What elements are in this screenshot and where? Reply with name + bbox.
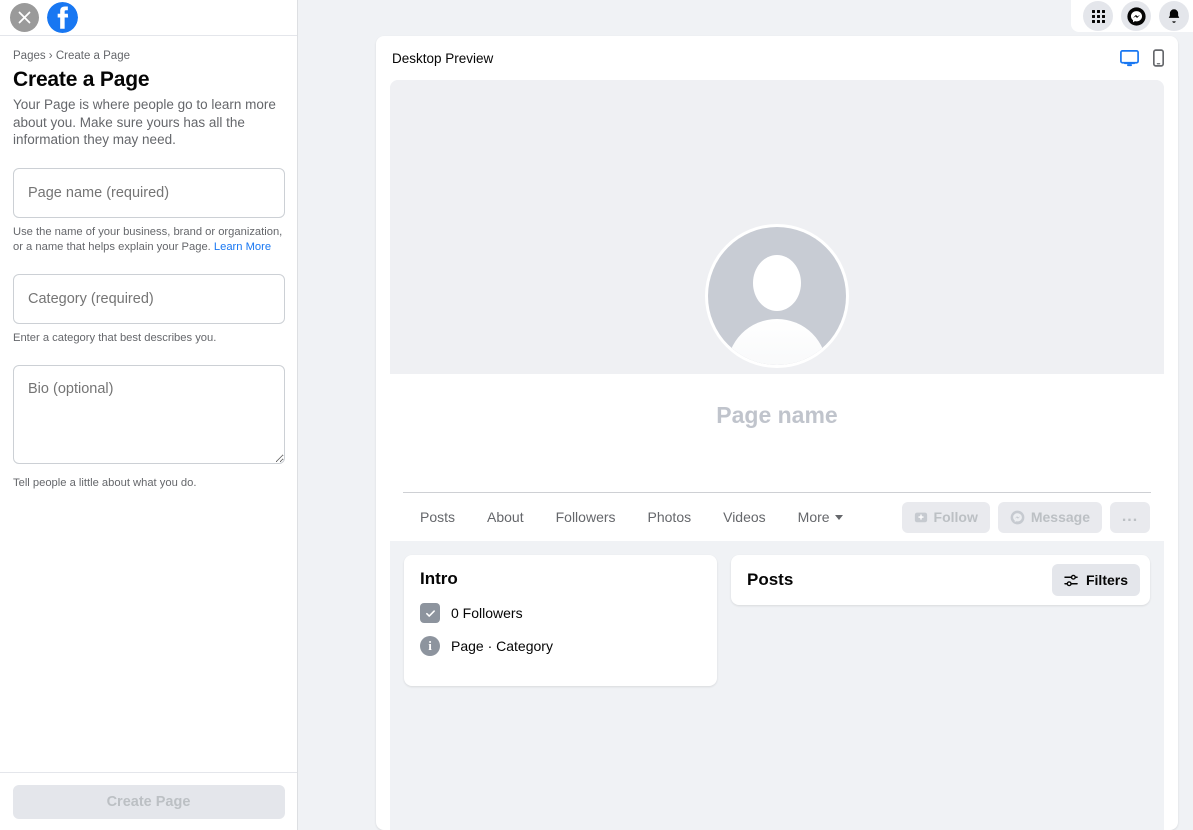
intro-card: Intro 0 Followers i Page · Category <box>404 555 717 686</box>
filters-button[interactable]: Filters <box>1051 564 1140 596</box>
avatar-body-shape <box>727 319 827 365</box>
page-body-columns: Intro 0 Followers i Page · Category Post… <box>390 541 1164 686</box>
chevron-down-icon <box>834 514 843 520</box>
tab-followers[interactable]: Followers <box>540 493 632 541</box>
intro-followers-label: 0 Followers <box>451 605 523 621</box>
check-glyph <box>425 609 435 617</box>
bio-input[interactable] <box>13 364 285 464</box>
avatar-head-shape <box>753 255 801 311</box>
tab-about[interactable]: About <box>471 493 540 541</box>
facebook-logo[interactable] <box>47 2 78 33</box>
avatar[interactable] <box>705 224 849 368</box>
more-options-button[interactable]: ... <box>1110 501 1150 533</box>
preview-header: Desktop Preview <box>376 36 1178 80</box>
bell-glyph <box>1168 9 1180 23</box>
messenger-glyph <box>1126 6 1146 26</box>
bio-helper: Tell people a little about what you do. <box>13 476 197 489</box>
tab-more[interactable]: More <box>782 493 859 541</box>
messenger-icon[interactable] <box>1121 1 1151 31</box>
message-button[interactable]: Message <box>997 501 1102 533</box>
create-a-page-screen: Pages › Create a Page Create a Page Your… <box>0 0 1193 830</box>
page-name-input[interactable] <box>13 167 285 218</box>
breadcrumb[interactable]: Pages › Create a Page <box>13 48 284 64</box>
grid-menu-glyph <box>1091 9 1105 23</box>
page-description: Your Page is where people go to learn mo… <box>13 97 276 147</box>
global-topbar-icons <box>1071 0 1193 32</box>
messenger-icon <box>1010 510 1025 524</box>
tabs-section: Posts About Followers Photos Videos More <box>390 492 1164 541</box>
tab-posts[interactable]: Posts <box>404 493 471 541</box>
close-icon[interactable] <box>10 3 39 32</box>
page-title: Create a Page <box>13 68 150 91</box>
preview-pane: Desktop Preview Page name Posts About Fo… <box>298 0 1193 830</box>
preview-view-toggle <box>1120 49 1164 67</box>
intro-row-category: i Page · Category <box>420 636 701 656</box>
page-name-helper: Use the name of your business, brand or … <box>13 225 288 255</box>
message-button-label: Message <box>1030 509 1090 525</box>
tab-photos[interactable]: Photos <box>632 493 708 541</box>
posts-column: Posts Filters <box>731 555 1150 686</box>
tab-more-label: More <box>797 509 830 525</box>
page-name-preview: Page name <box>716 402 838 428</box>
info-icon: i <box>420 636 440 656</box>
intro-column: Intro 0 Followers i Page · Category <box>404 555 717 686</box>
tab-videos[interactable]: Videos <box>707 493 782 541</box>
follow-button[interactable]: Follow <box>901 501 990 533</box>
preview-title: Desktop Preview <box>392 50 494 66</box>
posts-card: Posts Filters <box>731 555 1150 605</box>
grid-menu-icon[interactable] <box>1083 1 1113 31</box>
follow-button-label: Follow <box>933 509 978 525</box>
create-page-button[interactable]: Create Page <box>12 784 285 819</box>
follow-person-add-icon <box>914 512 927 523</box>
page-nav-tabs: Posts About Followers Photos Videos More <box>390 493 1164 541</box>
category-input[interactable] <box>13 273 285 324</box>
close-x-glyph <box>18 11 31 24</box>
desktop-monitor-icon[interactable] <box>1120 49 1139 67</box>
sidebar-footer: Create Page <box>0 772 297 830</box>
sidebar-topbar <box>0 0 297 36</box>
mobile-phone-icon[interactable] <box>1153 49 1164 67</box>
intro-title: Intro <box>420 569 458 588</box>
posts-title: Posts <box>747 570 794 589</box>
filters-button-label: Filters <box>1085 572 1128 588</box>
facebook-page-mock: Page name Posts About Followers Photos V… <box>390 80 1164 830</box>
sidebar-form: Pages › Create a Page Create a Page Your… <box>0 36 297 772</box>
notifications-icon[interactable] <box>1159 1 1189 31</box>
category-helper: Enter a category that best describes you… <box>13 331 217 344</box>
create-page-sidebar: Pages › Create a Page Create a Page Your… <box>0 0 298 830</box>
default-avatar-icon <box>708 227 846 365</box>
sliders-filter-icon <box>1064 574 1078 586</box>
followers-badge-icon <box>420 603 440 623</box>
intro-row-followers: 0 Followers <box>420 603 701 623</box>
learn-more-link[interactable]: Learn More <box>214 241 271 253</box>
page-action-buttons: Follow Message ... <box>901 501 1150 533</box>
intro-category-label: Page · Category <box>451 638 553 654</box>
profile-name-band: Page name <box>390 374 1164 492</box>
desktop-preview-card: Desktop Preview Page name Posts About Fo… <box>376 36 1178 830</box>
